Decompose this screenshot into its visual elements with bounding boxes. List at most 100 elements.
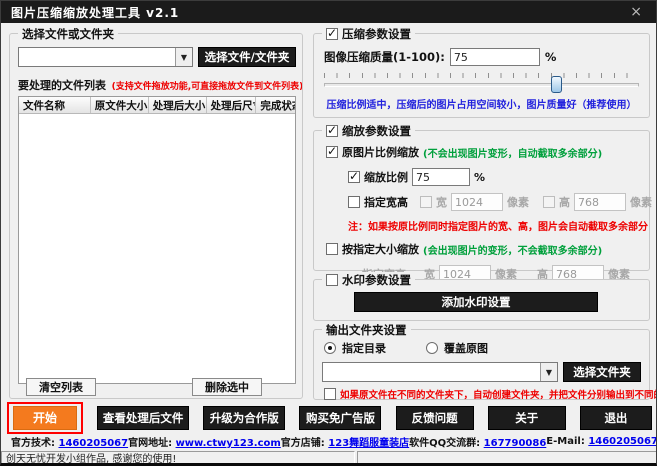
file-group-label: 选择文件或文件夹 <box>22 27 114 41</box>
output-group-label: 输出文件夹设置 <box>326 323 407 337</box>
window-title: 图片压缩缩放处理工具 v2.1 <box>11 5 180 20</box>
file-group-title: 选择文件或文件夹 <box>18 26 118 42</box>
select-file-button[interactable]: 选择文件/文件夹 <box>198 47 296 67</box>
ratio-checkbox[interactable] <box>348 169 360 183</box>
overwrite-label: 覆盖原图 <box>444 342 488 355</box>
specify-dir-radio[interactable] <box>324 342 336 354</box>
qq-link[interactable]: 167790086 <box>484 438 547 449</box>
footer-links-row: 官方技术: 1460205067 官网地址: www.ctwy123.com 官… <box>1 434 656 449</box>
site-contact: 官网地址: www.ctwy123.com <box>128 434 281 449</box>
file-list-body[interactable] <box>19 114 295 383</box>
output-folder-value[interactable] <box>323 363 540 381</box>
size-row: 指定宽高 宽 像素 高 像素 <box>348 193 652 211</box>
scale-group-label: 缩放参数设置 <box>342 124 411 138</box>
upgrade-button[interactable]: 升级为合作版 <box>203 405 286 430</box>
output-folder-combobox[interactable]: ▼ <box>322 362 558 382</box>
highlight-annotation: 开始 <box>7 401 83 434</box>
view-processed-button[interactable]: 查看处理后文件 <box>97 405 190 430</box>
proportional-hint: (不会出现图片变形，自动截取多余部分) <box>423 148 603 160</box>
shop-contact: 官方店铺: 123舞蹈服童装店 <box>281 434 409 449</box>
file-list-table: 文件名称 原文件大小 处理后大小 处理后尺寸 完成状态 <box>18 96 296 384</box>
clear-list-button[interactable]: 清空列表 <box>26 378 96 396</box>
fixed-size-label: 按指定大小缩放 <box>342 243 419 256</box>
height-checkbox[interactable] <box>543 196 555 208</box>
column-header-filename[interactable]: 文件名称 <box>19 97 91 113</box>
file-list-label-row: 要处理的文件列表 (支持文件拖放功能,可直接拖放文件到文件列表) <box>18 74 302 93</box>
column-header-original-size[interactable]: 原文件大小 <box>91 97 149 113</box>
ratio-unit: % <box>474 170 486 184</box>
proportional-checkbox[interactable] <box>326 144 338 158</box>
chevron-down-icon[interactable]: ▼ <box>540 363 557 381</box>
action-buttons-row: 开始 查看处理后文件 升级为合作版 购买免广告版 反馈问题 关于 退出 <box>1 401 656 434</box>
status-text: 创天无忧开发小组作品, 感谢您的使用! <box>1 451 355 463</box>
compress-enable-checkbox[interactable] <box>326 26 338 40</box>
file-list-drag-hint: (支持文件拖放功能,可直接拖放文件到文件列表) <box>111 82 302 92</box>
width-checkbox[interactable] <box>420 196 432 208</box>
column-header-processed-size[interactable]: 处理后大小 <box>149 97 207 113</box>
quality-label: 图像压缩质量(1-100): <box>324 50 445 64</box>
quality-slider-thumb[interactable] <box>550 76 562 93</box>
column-header-status[interactable]: 完成状态 <box>256 97 295 113</box>
proportional-label: 原图片比例缩放 <box>342 146 419 159</box>
scale-settings-group: 缩放参数设置 原图片比例缩放 (不会出现图片变形，自动截取多余部分) 缩放比例 … <box>313 123 652 283</box>
column-header-processed-dim[interactable]: 处理后尺寸 <box>207 97 257 113</box>
quality-input[interactable] <box>449 48 540 66</box>
specify-dir-label: 指定目录 <box>342 342 386 355</box>
tech-link[interactable]: 1460205067 <box>58 438 128 449</box>
quality-unit: % <box>544 50 557 64</box>
title-bar: 图片压缩缩放处理工具 v2.1 × <box>1 1 656 23</box>
shop-label: 官方店铺: <box>280 438 325 449</box>
add-watermark-button[interactable]: 添加水印设置 <box>354 292 598 312</box>
width-px-label: 像素 <box>507 196 529 209</box>
file-list-label: 要处理的文件列表 <box>18 79 106 92</box>
ratio-label: 缩放比例 <box>364 171 408 184</box>
scale-enable-checkbox[interactable] <box>326 123 338 137</box>
mail-link[interactable]: 1460205067@qq.com <box>588 436 656 447</box>
quality-slider <box>324 73 639 93</box>
overwrite-radio[interactable] <box>426 342 438 354</box>
scale-note: 注：如果按原比例同时指定图片的宽、高，图片会自动截取多余部分 <box>348 222 648 233</box>
site-label: 官网地址: <box>128 438 173 449</box>
ratio-row: 缩放比例 % <box>348 168 649 186</box>
close-icon[interactable]: × <box>626 5 646 19</box>
watermark-enable-checkbox[interactable] <box>326 274 338 286</box>
status-bar: 创天无忧开发小组作品, 感谢您的使用! <box>1 451 656 463</box>
quality-slider-track[interactable] <box>324 83 639 87</box>
file-picker-row: ▼ 选择文件/文件夹 <box>18 47 296 67</box>
tech-label: 官方技术: <box>11 438 55 449</box>
delete-selected-button[interactable]: 删除选中 <box>192 378 262 396</box>
compress-group-title: 压缩参数设置 <box>322 26 415 42</box>
mail-contact: E-Mail: 1460205067@qq.com <box>546 436 656 447</box>
file-table-header: 文件名称 原文件大小 处理后大小 处理后尺寸 完成状态 <box>19 97 295 114</box>
scale-group-title: 缩放参数设置 <box>322 123 415 139</box>
start-button[interactable]: 开始 <box>13 405 77 430</box>
quality-row: 图像压缩质量(1-100): % <box>324 48 649 66</box>
watermark-settings-group: 水印参数设置 添加水印设置 <box>313 272 650 321</box>
file-selection-group: 选择文件或文件夹 ▼ 选择文件/文件夹 要处理的文件列表 (支持文件拖放功能,可… <box>9 26 303 399</box>
chevron-down-icon[interactable]: ▼ <box>175 48 192 66</box>
mail-label: E-Mail: <box>546 436 585 447</box>
size-checkbox[interactable] <box>348 196 360 208</box>
auto-create-checkbox[interactable] <box>324 388 336 400</box>
auto-create-hint: 如果原文件在不同的文件夹下，自动创建文件夹，并把文件分别输出到不同的文件夹 <box>340 390 657 401</box>
width-input[interactable] <box>451 193 503 211</box>
output-settings-group: 输出文件夹设置 指定目录 覆盖原图 ▼ 选择文件夹 如果原文件在不同的文件夹下，… <box>313 322 656 401</box>
select-folder-button[interactable]: 选择文件夹 <box>563 362 641 382</box>
exit-button[interactable]: 退出 <box>579 405 652 430</box>
ratio-input[interactable] <box>412 168 470 186</box>
file-path-value[interactable] <box>19 48 175 66</box>
about-button[interactable]: 关于 <box>487 405 566 430</box>
feedback-button[interactable]: 反馈问题 <box>395 405 474 430</box>
output-mode-row: 指定目录 覆盖原图 <box>324 340 649 356</box>
tech-contact: 官方技术: 1460205067 <box>11 434 128 449</box>
proportional-row: 原图片比例缩放 (不会出现图片变形，自动截取多余部分) <box>326 144 649 160</box>
file-path-combobox[interactable]: ▼ <box>18 47 193 67</box>
site-link[interactable]: www.ctwy123.com <box>176 438 281 449</box>
fixed-size-checkbox[interactable] <box>326 243 338 255</box>
buy-adfree-button[interactable]: 购买免广告版 <box>299 405 382 430</box>
height-input[interactable] <box>574 193 626 211</box>
width-label: 宽 <box>436 196 447 209</box>
shop-link[interactable]: 123舞蹈服童装店 <box>328 438 409 449</box>
qq-label: 软件QQ交流群: <box>409 438 481 449</box>
auto-create-row: 如果原文件在不同的文件夹下，自动创建文件夹，并把文件分别输出到不同的文件夹 <box>324 387 656 401</box>
